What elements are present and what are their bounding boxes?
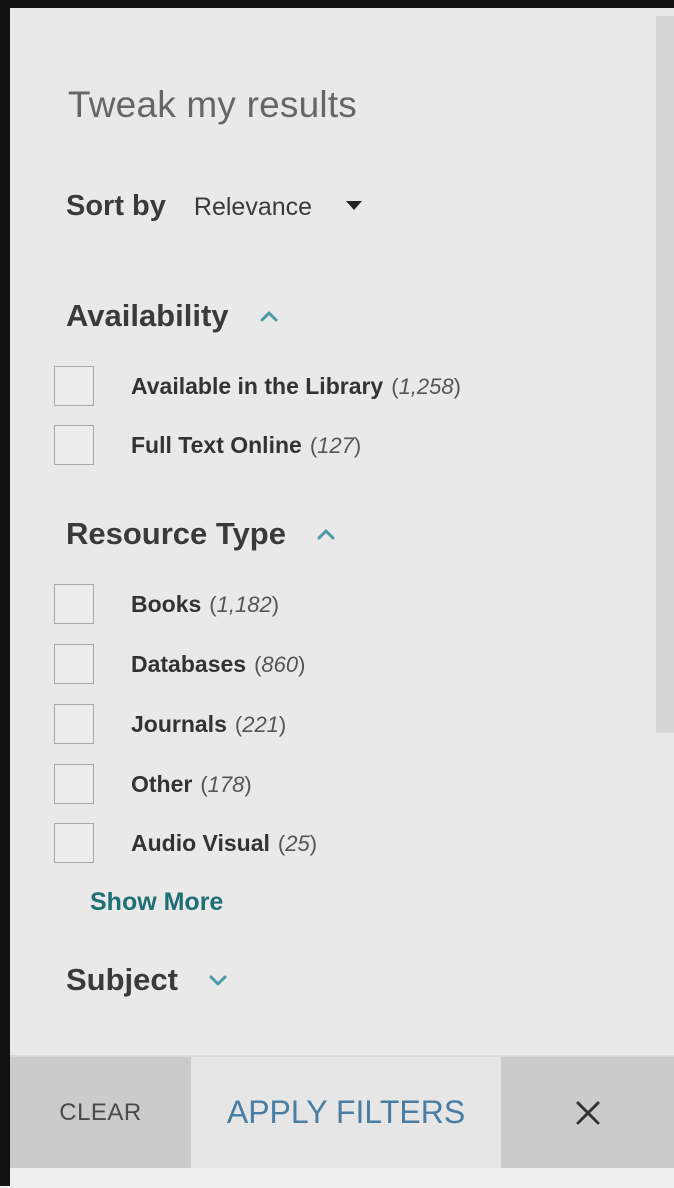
bottom-strip [10,1168,674,1188]
panel-title: Tweak my results [68,84,357,125]
facet-count: (25) [277,830,318,856]
section-subject-title: Subject [66,962,178,997]
sort-dropdown[interactable]: Relevance [193,193,363,222]
close-button[interactable] [501,1057,674,1168]
filter-action-bar: CLEAR APPLY FILTERS [10,1055,674,1188]
sort-label: Sort by [66,190,166,222]
facet-checkbox[interactable] [54,823,94,863]
section-subject-toggle[interactable]: Subject [66,962,228,998]
facet-checkbox[interactable] [54,764,94,804]
facet-label: Databases (860) [131,650,306,677]
caret-down-icon [346,201,363,210]
scrollbar-thumb[interactable] [656,16,674,733]
show-more-link[interactable]: Show More [90,888,223,917]
chevron-up-icon [317,529,335,540]
apply-filters-button[interactable]: APPLY FILTERS [191,1057,501,1168]
facet-label: Full Text Online (127) [131,431,362,458]
facet-count: (178) [200,771,252,797]
clear-button[interactable]: CLEAR [10,1057,191,1168]
facet-checkbox[interactable] [54,366,94,406]
facet-available-in-library[interactable]: Available in the Library (1,258) [54,366,461,406]
scrollbar-track[interactable] [656,16,674,1066]
filter-panel: Tweak my results Sort by Relevance Avail… [0,0,674,1186]
close-icon [576,1101,599,1124]
facet-books[interactable]: Books (1,182) [54,584,279,624]
facet-journals[interactable]: Journals (221) [54,704,286,744]
chevron-down-icon [209,975,227,986]
facet-label: Available in the Library (1,258) [131,372,461,399]
facet-checkbox[interactable] [54,704,94,744]
facet-label: Audio Visual (25) [131,829,318,856]
facet-label: Other (178) [131,770,252,797]
section-availability-toggle[interactable]: Availability [66,298,279,334]
sort-value: Relevance [193,193,313,221]
facet-label: Journals (221) [131,710,287,737]
facet-label: Books (1,182) [131,590,280,617]
facet-count: (221) [234,711,287,737]
facet-databases[interactable]: Databases (860) [54,644,305,684]
facet-count: (1,182) [209,591,280,617]
facet-checkbox[interactable] [54,425,94,465]
facet-other[interactable]: Other (178) [54,764,252,804]
section-availability-title: Availability [66,298,229,333]
facet-audio-visual[interactable]: Audio Visual (25) [54,823,317,863]
facet-count: (127) [309,432,362,458]
sort-row: Sort by Relevance [66,190,363,223]
facet-count: (1,258) [391,373,461,399]
facet-checkbox[interactable] [54,584,94,624]
facet-count: (860) [254,651,306,677]
section-resource-type-title: Resource Type [66,516,286,551]
facet-full-text-online[interactable]: Full Text Online (127) [54,425,361,465]
facet-checkbox[interactable] [54,644,94,684]
chevron-up-icon [260,311,278,322]
section-resource-type-toggle[interactable]: Resource Type [66,516,336,552]
